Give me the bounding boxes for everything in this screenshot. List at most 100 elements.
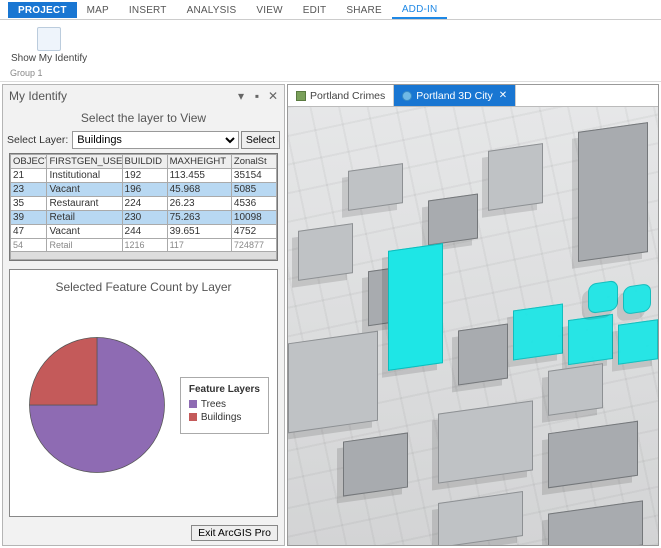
col-maxheight[interactable]: MAXHEIGHT	[167, 155, 231, 169]
attribute-grid[interactable]: OBJECTID FIRSTGEN_USE BUILDID MAXHEIGHT …	[9, 153, 278, 261]
table-row[interactable]: 35Restaurant22426.234536	[11, 197, 277, 211]
panel-title: My Identify	[9, 89, 67, 103]
layer-dropdown[interactable]: Buildings	[72, 131, 239, 149]
tab-project[interactable]: PROJECT	[8, 2, 77, 18]
legend-label: Trees	[201, 399, 226, 410]
chart-frame: Selected Feature Count by Layer Feature …	[9, 269, 278, 517]
chart-title: Selected Feature Count by Layer	[14, 280, 273, 294]
selected-building[interactable]	[568, 314, 613, 365]
table-cell[interactable]: 192	[122, 169, 167, 183]
view-tab-portland-crimes[interactable]: Portland Crimes	[288, 85, 394, 106]
col-zonalst[interactable]: ZonalSt	[231, 155, 276, 169]
grid-header-row: OBJECTID FIRSTGEN_USE BUILDID MAXHEIGHT …	[11, 155, 277, 169]
table-cell[interactable]: 4536	[231, 197, 276, 211]
scene-3d[interactable]	[288, 107, 658, 545]
select-button[interactable]: Select	[241, 131, 280, 149]
table-cell[interactable]: 21	[11, 169, 47, 183]
table-cell[interactable]: 35154	[231, 169, 276, 183]
table-cell[interactable]: 39.651	[167, 225, 231, 239]
table-cell[interactable]: 1216	[122, 239, 167, 252]
table-row[interactable]: 23Vacant19645.9685085	[11, 183, 277, 197]
view-tabs: Portland Crimes Portland 3D City ✕	[288, 85, 658, 107]
tab-share[interactable]: SHARE	[336, 2, 391, 18]
autohide-icon[interactable]: ▪	[252, 91, 262, 101]
table-cell[interactable]: Vacant	[47, 183, 122, 197]
table-cell[interactable]: 54	[11, 239, 47, 252]
main-area: My Identify ▾ ▪ ✕ Select the layer to Vi…	[0, 82, 661, 548]
my-identify-panel: My Identify ▾ ▪ ✕ Select the layer to Vi…	[2, 84, 285, 546]
selected-tree[interactable]	[588, 280, 618, 314]
table-row[interactable]: 21Institutional192113.45535154	[11, 169, 277, 183]
table-cell[interactable]: 23	[11, 183, 47, 197]
table-cell[interactable]: Institutional	[47, 169, 122, 183]
tab-analysis[interactable]: ANALYSIS	[177, 2, 247, 18]
panel-titlebar: My Identify ▾ ▪ ✕	[3, 85, 284, 107]
view-tab-label: Portland Crimes	[310, 90, 385, 102]
tab-addin[interactable]: ADD-IN	[392, 1, 448, 19]
globe-icon	[402, 91, 412, 101]
table-row[interactable]: 39Retail23075.26310098	[11, 211, 277, 225]
table-cell[interactable]: 39	[11, 211, 47, 225]
table-row[interactable]: 54Retail1216117724877	[11, 239, 277, 252]
close-tab-icon[interactable]: ✕	[499, 90, 507, 101]
legend-item: Buildings	[189, 412, 260, 423]
table-cell[interactable]: 113.455	[167, 169, 231, 183]
panel-footer: Exit ArcGIS Pro	[3, 521, 284, 545]
show-my-identify-label: Show My Identify	[11, 53, 87, 64]
table-cell[interactable]: 117	[167, 239, 231, 252]
table-cell[interactable]: 196	[122, 183, 167, 197]
selected-building[interactable]	[618, 319, 658, 365]
grid-scrollbar[interactable]	[11, 252, 277, 260]
legend-label: Buildings	[201, 412, 242, 423]
pin-icon[interactable]: ▾	[236, 91, 246, 101]
selected-building[interactable]	[513, 303, 563, 360]
table-cell[interactable]: Restaurant	[47, 197, 122, 211]
selected-tree[interactable]	[623, 283, 651, 315]
pie-slice	[29, 338, 97, 406]
legend-title: Feature Layers	[189, 384, 260, 395]
view-tab-portland-3d[interactable]: Portland 3D City ✕	[394, 85, 516, 106]
table-cell[interactable]: 10098	[231, 211, 276, 225]
table-cell[interactable]: 75.263	[167, 211, 231, 225]
close-icon[interactable]: ✕	[268, 91, 278, 101]
select-layer-row: Select Layer: Buildings Select	[3, 131, 284, 153]
ribbon-band: Show My Identify Group 1	[0, 20, 661, 82]
table-cell[interactable]: 230	[122, 211, 167, 225]
table-cell[interactable]: 4752	[231, 225, 276, 239]
legend-swatch	[189, 400, 197, 408]
col-firstgenuse[interactable]: FIRSTGEN_USE	[47, 155, 122, 169]
table-cell[interactable]: 244	[122, 225, 167, 239]
table-cell[interactable]: 724877	[231, 239, 276, 252]
exit-button[interactable]: Exit ArcGIS Pro	[191, 525, 278, 541]
legend-item: Trees	[189, 399, 260, 410]
select-layer-label: Select Layer:	[7, 134, 68, 146]
col-buildid[interactable]: BUILDID	[122, 155, 167, 169]
panel-subheader: Select the layer to View	[3, 107, 284, 131]
table-cell[interactable]: 45.968	[167, 183, 231, 197]
tab-insert[interactable]: INSERT	[119, 2, 177, 18]
pie-chart	[14, 330, 180, 480]
col-objectid[interactable]: OBJECTID	[11, 155, 47, 169]
map-icon	[296, 91, 306, 101]
table-row[interactable]: 47Vacant24439.6514752	[11, 225, 277, 239]
tab-edit[interactable]: EDIT	[293, 2, 337, 18]
table-cell[interactable]: Vacant	[47, 225, 122, 239]
table-cell[interactable]: 26.23	[167, 197, 231, 211]
legend-swatch	[189, 413, 197, 421]
tab-map[interactable]: MAP	[77, 2, 119, 18]
show-my-identify-button[interactable]: Show My Identify	[8, 24, 90, 67]
table-cell[interactable]: 5085	[231, 183, 276, 197]
table-cell[interactable]: 47	[11, 225, 47, 239]
map-viewer: Portland Crimes Portland 3D City ✕	[287, 84, 659, 546]
ribbon-group-label: Group 1	[10, 68, 43, 78]
ribbon-tabs: PROJECT MAP INSERT ANALYSIS VIEW EDIT SH…	[0, 0, 661, 20]
table-cell[interactable]: 224	[122, 197, 167, 211]
tab-view[interactable]: VIEW	[246, 2, 292, 18]
chart-legend: Feature Layers Trees Buildings	[180, 377, 269, 434]
identify-icon	[37, 27, 61, 51]
table-cell[interactable]: 35	[11, 197, 47, 211]
table-cell[interactable]: Retail	[47, 239, 122, 252]
selected-building[interactable]	[388, 243, 443, 371]
view-tab-label: Portland 3D City	[416, 90, 492, 102]
table-cell[interactable]: Retail	[47, 211, 122, 225]
